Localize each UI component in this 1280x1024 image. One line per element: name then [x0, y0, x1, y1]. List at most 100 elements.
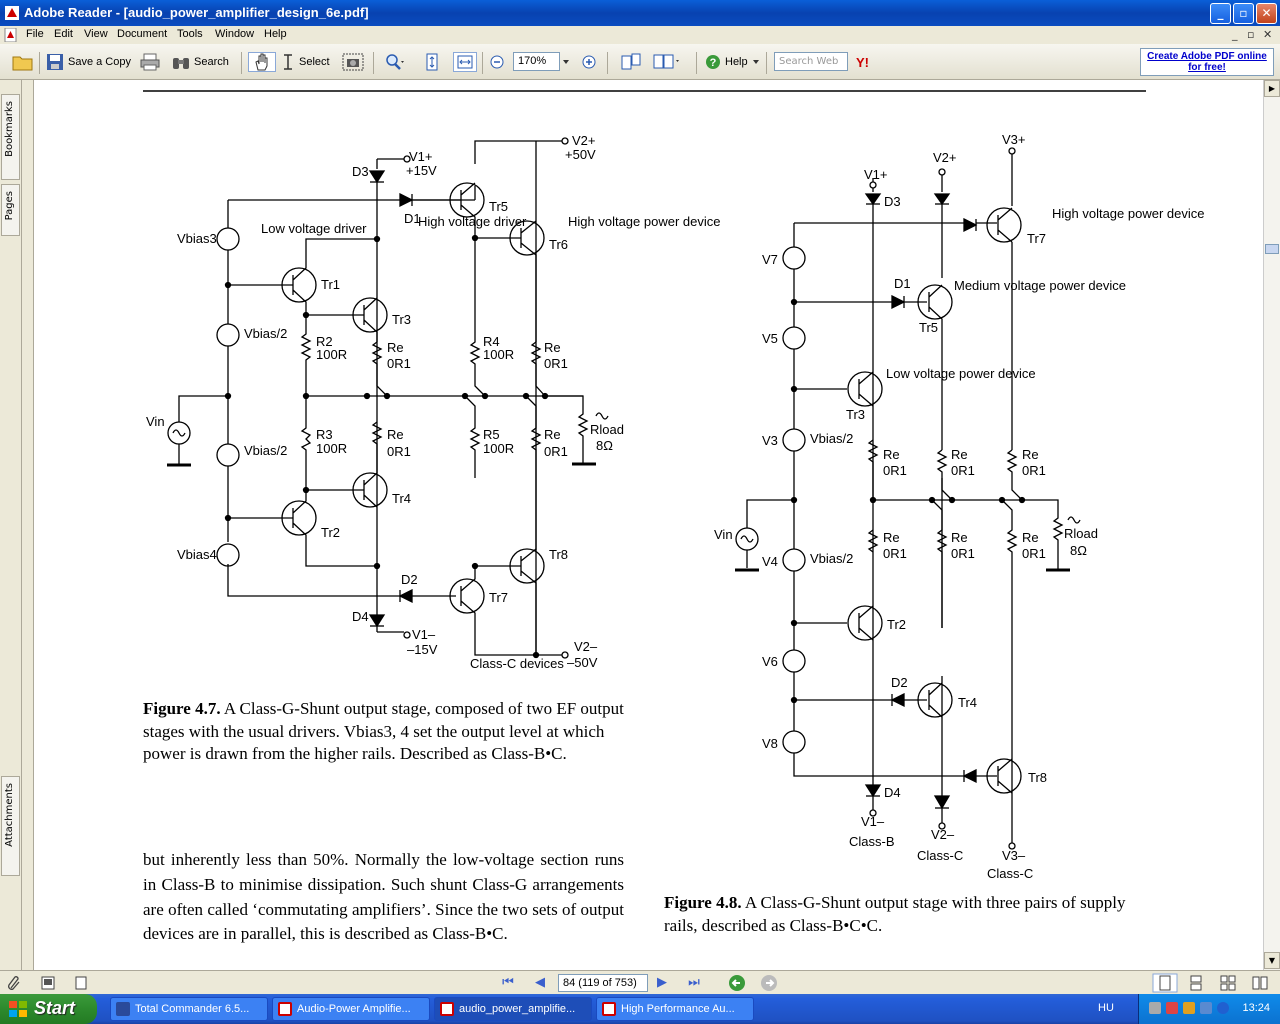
document-view[interactable]: V1+ +15V V2+ +50V D3 D1 D2 D4 V1– –15V V…: [34, 80, 1263, 970]
doc-close-button[interactable]: ✕: [1263, 28, 1272, 41]
zoom-in-icon: [582, 55, 596, 69]
help-icon: ?: [706, 55, 720, 69]
save-copy-button[interactable]: Save a Copy: [46, 52, 131, 72]
zoom-out-button[interactable]: [489, 52, 505, 72]
svg-text:Low voltage power device: Low voltage power device: [886, 366, 1036, 381]
svg-text:High voltage power device: High voltage power device: [1052, 206, 1204, 221]
page-layout-button[interactable]: [652, 52, 682, 72]
svg-text:Tr2: Tr2: [321, 525, 340, 540]
search-button[interactable]: Search: [172, 52, 229, 72]
tab-pages-label: Pages: [4, 191, 15, 221]
search-web-input[interactable]: Search Web: [774, 52, 848, 71]
tab-bookmarks-label: Bookmarks: [4, 101, 15, 157]
next-page-button[interactable]: ▶: [652, 974, 672, 992]
doc-restore-button[interactable]: ▫: [1247, 28, 1254, 41]
svg-text:+15V: +15V: [406, 163, 437, 178]
zoom-in-tool-button[interactable]: [384, 52, 406, 72]
taskbar: Start Total Commander 6.5... Audio-Power…: [0, 994, 1280, 1024]
network-icon[interactable]: [1149, 1002, 1161, 1014]
menu-document[interactable]: Document: [117, 28, 167, 40]
svg-text:D4: D4: [884, 785, 901, 800]
snapshot-button[interactable]: [342, 52, 364, 72]
menu-window[interactable]: Window: [215, 28, 254, 40]
close-button[interactable]: ✕: [1256, 3, 1277, 24]
actual-size-button[interactable]: [424, 52, 440, 72]
facing-page-icon[interactable]: [1252, 975, 1268, 991]
svg-text:0R1: 0R1: [544, 356, 568, 371]
scroll-down-button[interactable]: ▼: [1264, 952, 1280, 969]
svg-text:V1+: V1+: [864, 167, 888, 182]
start-button[interactable]: Start: [0, 994, 97, 1024]
help-button[interactable]: ? Help: [705, 52, 760, 72]
svg-text:Tr5: Tr5: [919, 320, 938, 335]
menu-help[interactable]: Help: [264, 28, 287, 40]
continuous-page-icon[interactable]: [1188, 975, 1204, 991]
monitor-icon[interactable]: [1200, 1002, 1212, 1014]
continuous-facing-icon[interactable]: [1220, 975, 1236, 991]
page-number-input[interactable]: 84 (119 of 753): [558, 974, 648, 992]
scroll-thumb[interactable]: [1265, 244, 1279, 254]
start-label: Start: [34, 998, 76, 1018]
task-label: Audio-Power Amplifie...: [297, 1003, 411, 1015]
paperclip-icon[interactable]: [6, 975, 22, 991]
print-button[interactable]: [140, 52, 160, 72]
task-audio-power-amplifier-1[interactable]: Audio-Power Amplifie...: [272, 997, 430, 1021]
menu-view[interactable]: View: [84, 28, 108, 40]
minimize-button[interactable]: _: [1210, 3, 1231, 24]
single-page-icon[interactable]: [1152, 973, 1178, 993]
previous-page-button[interactable]: ◀: [530, 974, 550, 992]
yahoo-label: Y!: [856, 54, 869, 70]
rotate-view-button[interactable]: [620, 52, 642, 72]
zoom-input[interactable]: 170%: [513, 52, 560, 71]
bluetooth-icon[interactable]: [1217, 1002, 1229, 1014]
create-pdf-link[interactable]: Create Adobe PDF online for free!: [1140, 48, 1274, 76]
vertical-scrollbar[interactable]: ▶ ▼: [1263, 80, 1280, 970]
select-tool-button[interactable]: Select: [281, 52, 330, 72]
go-forward-icon[interactable]: [760, 974, 778, 992]
go-back-icon[interactable]: [728, 974, 746, 992]
last-page-button[interactable]: ⏭: [684, 974, 704, 992]
figure-4-7-caption: Figure 4.7. A Class-G-Shunt output stage…: [143, 698, 624, 766]
pane-splitter[interactable]: [22, 80, 34, 970]
menu-file[interactable]: File: [26, 28, 44, 40]
tab-bookmarks[interactable]: Bookmarks: [1, 94, 20, 180]
svg-text:–50V: –50V: [567, 655, 598, 670]
binoculars-icon: [173, 58, 189, 69]
language-indicator[interactable]: HU: [1098, 1002, 1114, 1014]
svg-text:V5: V5: [762, 331, 778, 346]
rotate-page-icon: [621, 53, 641, 70]
tab-attachments[interactable]: Attachments: [1, 776, 20, 876]
task-audio-power-amplifier-2[interactable]: audio_power_amplifie...: [434, 997, 592, 1021]
yahoo-button[interactable]: Y!: [856, 52, 869, 72]
task-high-performance-audio[interactable]: High Performance Au...: [596, 997, 754, 1021]
zoom-dropdown-button[interactable]: [562, 52, 570, 72]
page-size-icon[interactable]: [73, 975, 89, 991]
doc-minimize-button[interactable]: _: [1232, 28, 1238, 41]
first-page-button[interactable]: ⏮: [498, 974, 518, 992]
page-drawing: V1+ +15V V2+ +50V D3 D1 D2 D4 V1– –15V V…: [143, 90, 1204, 881]
page-view-icon[interactable]: [40, 975, 56, 991]
tab-pages[interactable]: Pages: [1, 184, 20, 236]
scroll-up-button[interactable]: ▶: [1264, 80, 1280, 97]
svg-text:R5: R5: [483, 427, 500, 442]
task-total-commander[interactable]: Total Commander 6.5...: [110, 997, 268, 1021]
zoom-out-icon: [490, 55, 504, 69]
windows-logo-icon: [9, 1001, 27, 1017]
zoom-in-button[interactable]: [581, 52, 597, 72]
speaker-icon[interactable]: [1183, 1002, 1195, 1014]
svg-text:Tr7: Tr7: [489, 590, 508, 605]
window-title: Adobe Reader - [audio_power_amplifier_de…: [24, 5, 369, 20]
menu-tools[interactable]: Tools: [177, 28, 203, 40]
svg-text:V1–: V1–: [412, 627, 436, 642]
figure-4-7-schematic: [167, 137, 609, 659]
system-tray: 13:24: [1138, 994, 1280, 1024]
shield-icon[interactable]: [1166, 1002, 1178, 1014]
toolbar: Save a Copy Search Select ? Help Y!: [0, 44, 1280, 80]
magnifier-icon: [386, 54, 404, 70]
fit-width-button[interactable]: [453, 52, 477, 72]
menu-edit[interactable]: Edit: [54, 28, 73, 40]
maximize-button[interactable]: ▫: [1233, 3, 1254, 24]
hand-tool-button[interactable]: [248, 52, 276, 72]
svg-text:D2: D2: [401, 572, 418, 587]
open-button[interactable]: [12, 52, 34, 72]
